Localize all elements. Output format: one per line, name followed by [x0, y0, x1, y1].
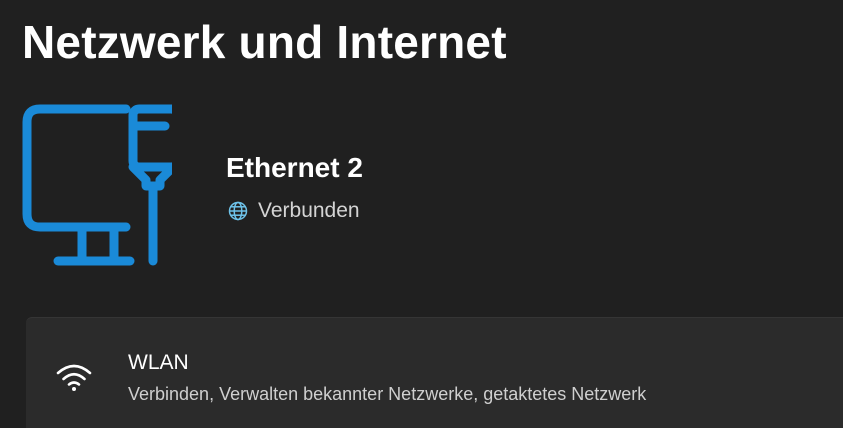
globe-icon: [228, 201, 248, 221]
settings-item-title: WLAN: [128, 351, 189, 374]
ethernet-pc-icon: [22, 104, 172, 266]
connection-name: Ethernet 2: [226, 152, 363, 183]
wifi-icon: [56, 364, 92, 391]
connection-status: Verbunden: [228, 197, 360, 225]
settings-item-description: Verbinden, Verwalten bekannter Netzwerke…: [128, 384, 647, 404]
page-title: Netzwerk und Internet: [22, 16, 507, 68]
connection-status-text: Verbunden: [258, 199, 360, 222]
network-internet-page: Netzwerk und Internet Ethernet 2 Verbund…: [0, 0, 843, 428]
